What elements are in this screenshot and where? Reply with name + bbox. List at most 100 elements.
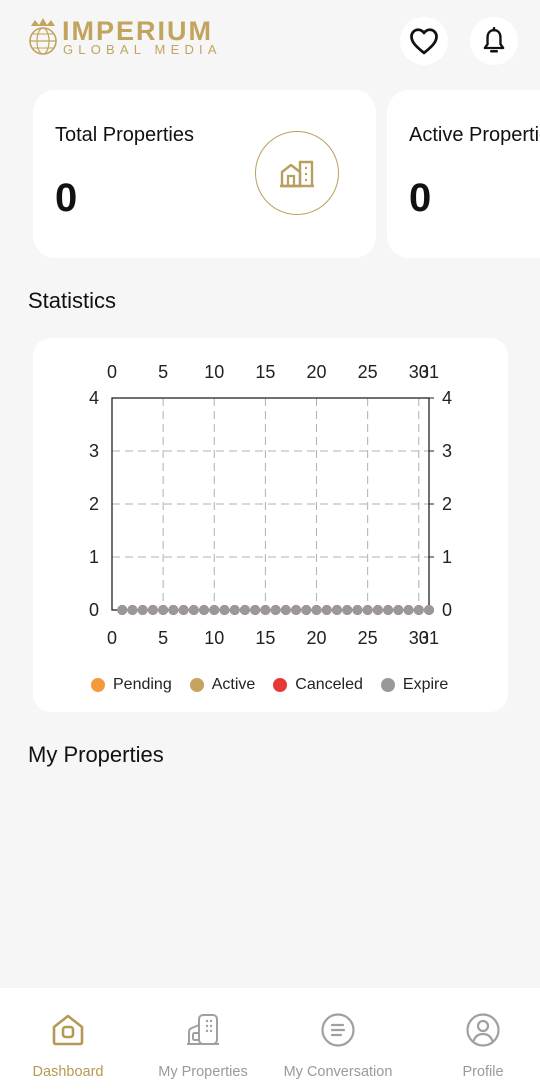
- x-tick-label-bottom: 31: [419, 628, 439, 648]
- chart-legend: Pending Active Canceled Expire: [91, 674, 466, 696]
- y-tick-label-right: 4: [442, 388, 452, 408]
- data-point-expire: [250, 605, 261, 615]
- data-point-expire: [393, 605, 404, 615]
- user-icon: [463, 1010, 503, 1050]
- y-tick-label-left: 1: [89, 547, 99, 567]
- card-title: Total Properties: [55, 124, 194, 146]
- y-tick-label-left: 0: [89, 600, 99, 620]
- y-tick-label-left: 4: [89, 388, 99, 408]
- card-title: Active Properties: [409, 124, 540, 146]
- data-point-expire: [127, 605, 138, 615]
- data-point-expire: [229, 605, 240, 615]
- legend-label: Canceled: [295, 676, 363, 693]
- x-tick-label-bottom: 5: [158, 628, 168, 648]
- data-point-expire: [352, 605, 363, 615]
- x-tick-label-top: 20: [307, 362, 327, 382]
- data-point-expire: [424, 605, 434, 615]
- data-point-expire: [209, 605, 220, 615]
- data-point-expire: [280, 605, 291, 615]
- card-value: 0: [409, 176, 432, 220]
- data-point-expire: [383, 605, 394, 615]
- my-properties-heading: My Properties: [28, 742, 164, 767]
- legend-dot-expire: [380, 678, 395, 692]
- nav-dashboard[interactable]: Dashboard: [22, 988, 114, 1090]
- heart-icon: [410, 28, 438, 55]
- data-point-expire: [311, 605, 322, 615]
- data-point-expire: [260, 605, 271, 615]
- summary-cards-carousel[interactable]: Total Properties 0 Active Properties 0: [0, 90, 540, 258]
- legend-item-active: Active: [189, 676, 256, 694]
- statistics-chart-card: 0 0 5 5 10 10 15 15 20 20 25 25 30 30 31 31 0 0 1 1 2 2 3 3 4 4 P…: [33, 338, 508, 712]
- crown-globe-logo-icon: [29, 18, 57, 55]
- imperium-logo: IMPERIUM GLOBAL MEDIA: [26, 14, 236, 64]
- x-tick-label-bottom: 15: [255, 628, 275, 648]
- legend-dot-pending: [91, 678, 105, 692]
- legend-item-pending: Pending: [91, 676, 172, 694]
- data-point-expire: [188, 605, 199, 615]
- data-point-expire: [331, 605, 342, 615]
- y-tick-label-left: 3: [89, 441, 99, 461]
- x-tick-label-top: 0: [107, 362, 117, 382]
- app-header: IMPERIUM GLOBAL MEDIA: [0, 0, 540, 80]
- y-tick-label-right: 3: [442, 441, 452, 461]
- legend-label: Expire: [402, 676, 449, 693]
- legend-dot-canceled: [273, 678, 288, 692]
- bell-icon: [483, 27, 505, 53]
- data-point-expire: [168, 605, 179, 615]
- legend-dot-active: [189, 678, 204, 692]
- legend-label: Active: [211, 676, 256, 693]
- favorites-button[interactable]: [400, 17, 448, 65]
- y-tick-label-left: 2: [89, 494, 99, 514]
- data-point-expire: [270, 605, 281, 615]
- data-point-expire: [362, 605, 373, 615]
- buildings-icon: [183, 1010, 223, 1050]
- x-tick-label-top: 5: [158, 362, 168, 382]
- data-point-expire: [137, 605, 148, 615]
- x-tick-label-bottom: 10: [204, 628, 224, 648]
- card-value: 0: [55, 176, 78, 220]
- data-point-expire: [147, 605, 158, 615]
- data-point-expire: [117, 605, 128, 615]
- data-point-expire: [199, 605, 210, 615]
- x-tick-label-top: 25: [358, 362, 378, 382]
- data-point-expire: [178, 605, 189, 615]
- building-icon: [280, 160, 314, 188]
- statistics-line-chart: 00551010151520202525303031310 01 12 23 34 4: [89, 362, 452, 648]
- data-point-expire: [219, 605, 230, 615]
- nav-my-properties[interactable]: My Properties: [152, 988, 254, 1090]
- nav-label: Dashboard: [32, 1064, 104, 1080]
- x-tick-label-bottom: 0: [107, 628, 117, 648]
- x-tick-label-top: 31: [419, 362, 439, 382]
- y-tick-label-right: 0: [442, 600, 452, 620]
- nav-profile[interactable]: Profile: [444, 988, 522, 1090]
- card-icon-circle: [255, 131, 339, 215]
- y-tick-label-right: 2: [442, 494, 452, 514]
- legend-item-expire: Expire: [380, 676, 449, 694]
- home-icon: [48, 1010, 88, 1050]
- data-point-expire: [342, 605, 353, 615]
- x-tick-label-top: 10: [204, 362, 224, 382]
- data-point-expire: [239, 605, 250, 615]
- notifications-button[interactable]: [470, 17, 518, 65]
- legend-item-canceled: Canceled: [273, 676, 363, 694]
- x-tick-label-bottom: 20: [307, 628, 327, 648]
- data-point-expire: [291, 605, 302, 615]
- logo-subtitle: GLOBAL MEDIA: [63, 42, 222, 57]
- nav-my-conversation[interactable]: My Conversation: [278, 988, 398, 1090]
- data-point-expire: [403, 605, 414, 615]
- data-point-expire: [158, 605, 169, 615]
- nav-label: My Properties: [158, 1064, 248, 1080]
- total-properties-card[interactable]: Total Properties 0: [33, 90, 376, 258]
- nav-label: Profile: [462, 1064, 504, 1080]
- legend-label: Pending: [113, 676, 172, 693]
- data-point-expire: [372, 605, 383, 615]
- x-tick-label-bottom: 25: [358, 628, 378, 648]
- statistics-heading: Statistics: [28, 288, 117, 313]
- chat-icon: [318, 1010, 358, 1050]
- y-tick-label-right: 1: [442, 547, 452, 567]
- active-properties-card[interactable]: Active Properties 0: [387, 90, 540, 258]
- bottom-navigation: Dashboard My Properties My Conversation …: [0, 988, 540, 1090]
- x-tick-label-top: 15: [255, 362, 275, 382]
- data-point-expire: [413, 605, 424, 615]
- nav-label: My Conversation: [283, 1064, 393, 1080]
